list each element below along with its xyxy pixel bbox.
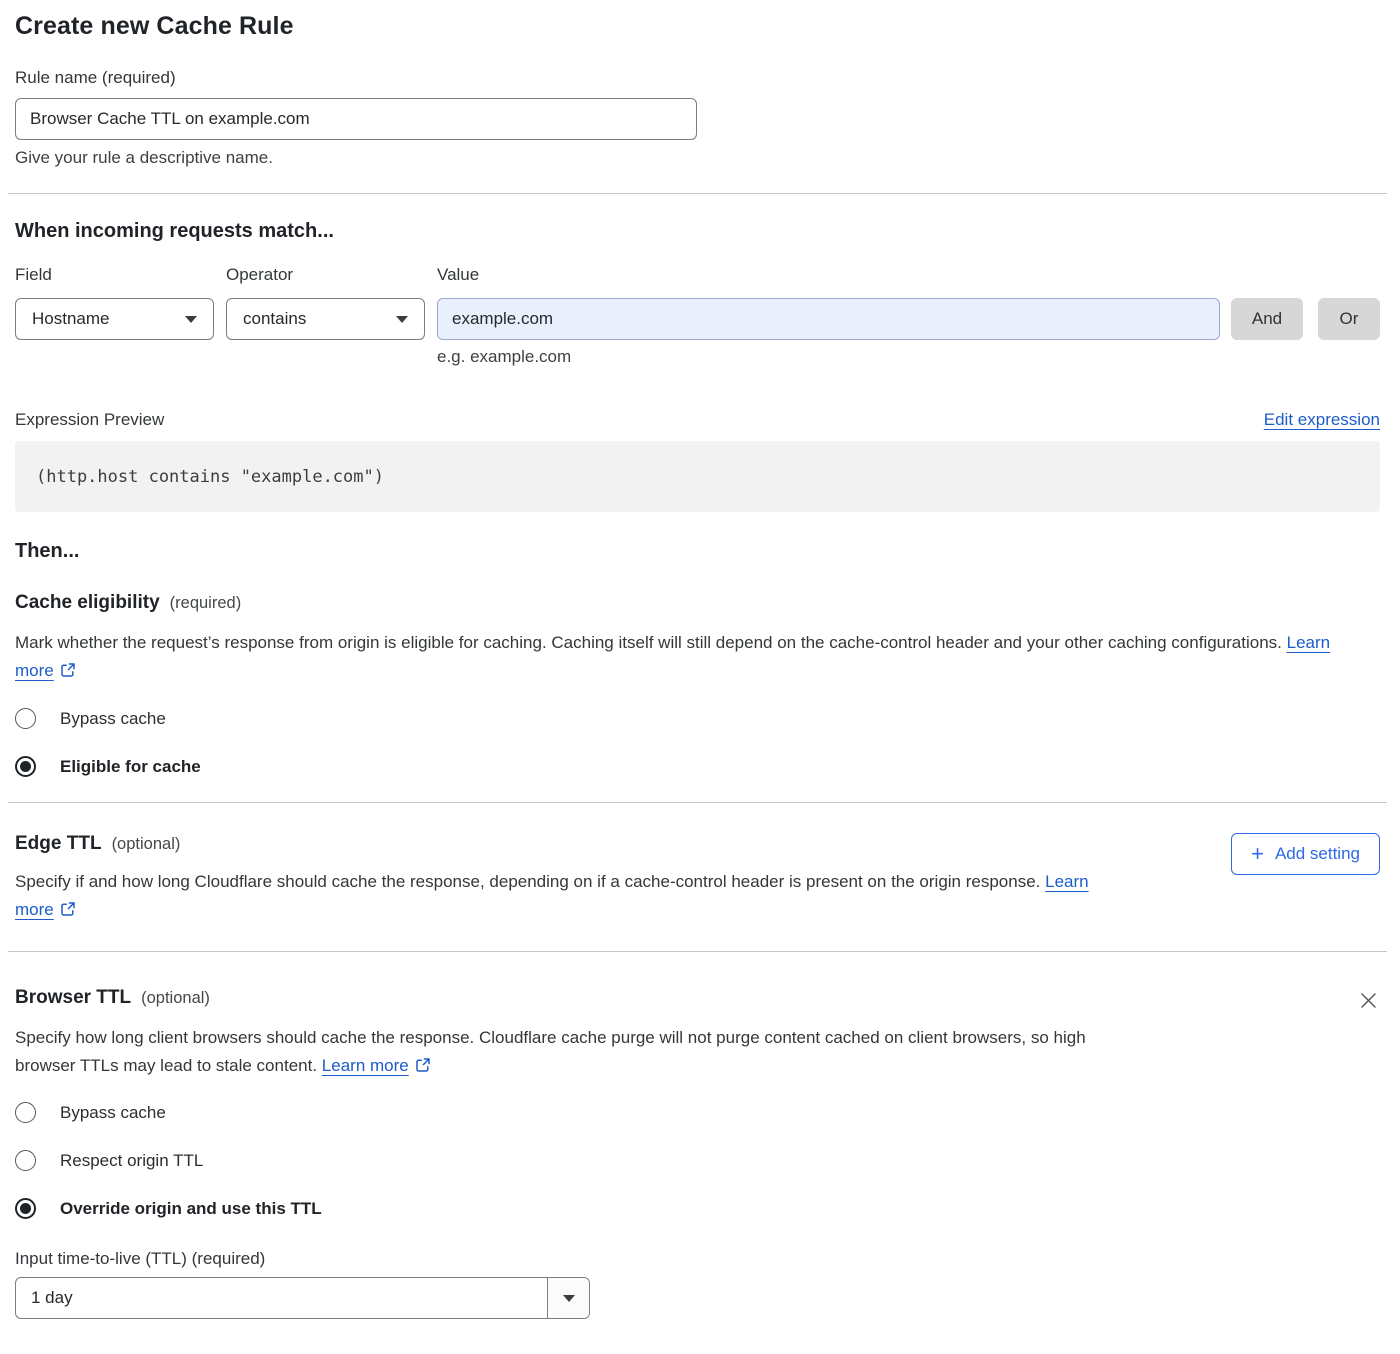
edge-ttl-heading: Edge TTL xyxy=(15,833,102,855)
then-heading: Then... xyxy=(15,540,1380,563)
close-icon[interactable] xyxy=(1357,989,1380,1012)
edge-ttl-optional-note: (optional) xyxy=(112,835,181,854)
browser-ttl-learn-more-link[interactable]: Learn more xyxy=(322,1056,409,1075)
browser-ttl-description-text: Specify how long client browsers should … xyxy=(15,1028,1086,1075)
chevron-down-icon xyxy=(185,316,197,323)
radio-browser-bypass-cache[interactable] xyxy=(15,1102,36,1123)
expression-code-box: (http.host contains "example.com") xyxy=(15,441,1380,512)
operator-label: Operator xyxy=(226,265,437,285)
chevron-down-icon xyxy=(396,316,408,323)
ttl-select-arrow[interactable] xyxy=(547,1278,589,1318)
match-heading: When incoming requests match... xyxy=(15,220,1380,243)
field-select-value: Hostname xyxy=(32,309,109,329)
radio-override-origin-ttl[interactable] xyxy=(15,1198,36,1219)
rule-name-label: Rule name (required) xyxy=(15,68,1380,88)
browser-ttl-heading-row: Browser TTL (optional) xyxy=(15,987,210,1009)
cache-eligibility-description: Mark whether the request’s response from… xyxy=(15,629,1355,687)
radio-eligible-for-cache[interactable] xyxy=(15,756,36,777)
operator-select[interactable]: contains xyxy=(226,298,425,340)
field-select[interactable]: Hostname xyxy=(15,298,214,340)
rule-name-input[interactable] xyxy=(15,98,697,140)
expression-code: (http.host contains "example.com") xyxy=(36,467,384,487)
divider xyxy=(8,193,1387,194)
expression-preview-row: Expression Preview Edit expression xyxy=(15,410,1380,430)
edge-ttl-heading-row: Edge TTL (optional) xyxy=(15,833,1209,855)
divider xyxy=(8,802,1387,803)
radio-override-origin-ttl-label[interactable]: Override origin and use this TTL xyxy=(60,1199,322,1219)
edge-ttl-content: Edge TTL (optional) Specify if and how l… xyxy=(15,833,1209,926)
browser-ttl-optional-note: (optional) xyxy=(141,989,210,1008)
rule-name-helper: Give your rule a descriptive name. xyxy=(15,148,1380,168)
radio-respect-origin-ttl-label[interactable]: Respect origin TTL xyxy=(60,1151,203,1171)
radio-browser-bypass-cache-label[interactable]: Bypass cache xyxy=(60,1103,166,1123)
condition-row: Hostname contains And Or xyxy=(15,298,1380,340)
value-input[interactable] xyxy=(437,298,1220,340)
cache-eligibility-required-note: (required) xyxy=(170,594,242,613)
radio-respect-origin-ttl[interactable] xyxy=(15,1150,36,1171)
browser-ttl-heading: Browser TTL xyxy=(15,987,131,1009)
radio-bypass-cache-label[interactable]: Bypass cache xyxy=(60,709,166,729)
plus-icon: + xyxy=(1251,843,1264,865)
ttl-select-value: 1 day xyxy=(16,1278,547,1318)
chevron-down-icon xyxy=(563,1295,575,1302)
and-button[interactable]: And xyxy=(1231,298,1303,340)
operator-select-value: contains xyxy=(243,309,306,329)
value-helper: e.g. example.com xyxy=(437,347,1380,367)
radio-bypass-cache[interactable] xyxy=(15,708,36,729)
edge-ttl-description-text: Specify if and how long Cloudflare shoul… xyxy=(15,872,1040,891)
divider xyxy=(8,951,1387,952)
add-setting-button[interactable]: + Add setting xyxy=(1231,833,1380,875)
edge-ttl-section: Edge TTL (optional) Specify if and how l… xyxy=(15,833,1380,926)
or-button[interactable]: Or xyxy=(1318,298,1380,340)
radio-row-override-origin-ttl: Override origin and use this TTL xyxy=(15,1198,1380,1219)
page-title: Create new Cache Rule xyxy=(15,12,1380,41)
field-label: Field xyxy=(15,265,226,285)
cache-eligibility-heading: Cache eligibility xyxy=(15,592,160,614)
radio-row-eligible-for-cache: Eligible for cache xyxy=(15,756,1380,777)
radio-row-respect-origin-ttl: Respect origin TTL xyxy=(15,1150,1380,1171)
ttl-select[interactable]: 1 day xyxy=(15,1277,590,1319)
value-label: Value xyxy=(437,265,479,285)
external-link-icon xyxy=(60,659,76,687)
cache-eligibility-description-text: Mark whether the request’s response from… xyxy=(15,633,1282,652)
rule-name-section: Rule name (required) Give your rule a de… xyxy=(15,68,1380,168)
create-cache-rule-page: Create new Cache Rule Rule name (require… xyxy=(0,0,1400,1337)
external-link-icon xyxy=(415,1054,431,1082)
edge-ttl-description: Specify if and how long Cloudflare shoul… xyxy=(15,868,1120,926)
expression-preview-label: Expression Preview xyxy=(15,410,164,430)
radio-row-bypass-cache: Bypass cache xyxy=(15,708,1380,729)
ttl-input-label: Input time-to-live (TTL) (required) xyxy=(15,1249,1380,1269)
browser-ttl-description: Specify how long client browsers should … xyxy=(15,1024,1135,1082)
browser-ttl-header: Browser TTL (optional) xyxy=(15,987,1380,1012)
cache-eligibility-heading-row: Cache eligibility (required) xyxy=(15,592,1380,614)
radio-row-browser-bypass-cache: Bypass cache xyxy=(15,1102,1380,1123)
external-link-icon xyxy=(60,898,76,926)
edit-expression-link[interactable]: Edit expression xyxy=(1264,410,1380,430)
add-setting-label: Add setting xyxy=(1275,844,1360,864)
radio-eligible-for-cache-label[interactable]: Eligible for cache xyxy=(60,757,201,777)
condition-labels-row: Field Operator Value xyxy=(15,265,1380,285)
